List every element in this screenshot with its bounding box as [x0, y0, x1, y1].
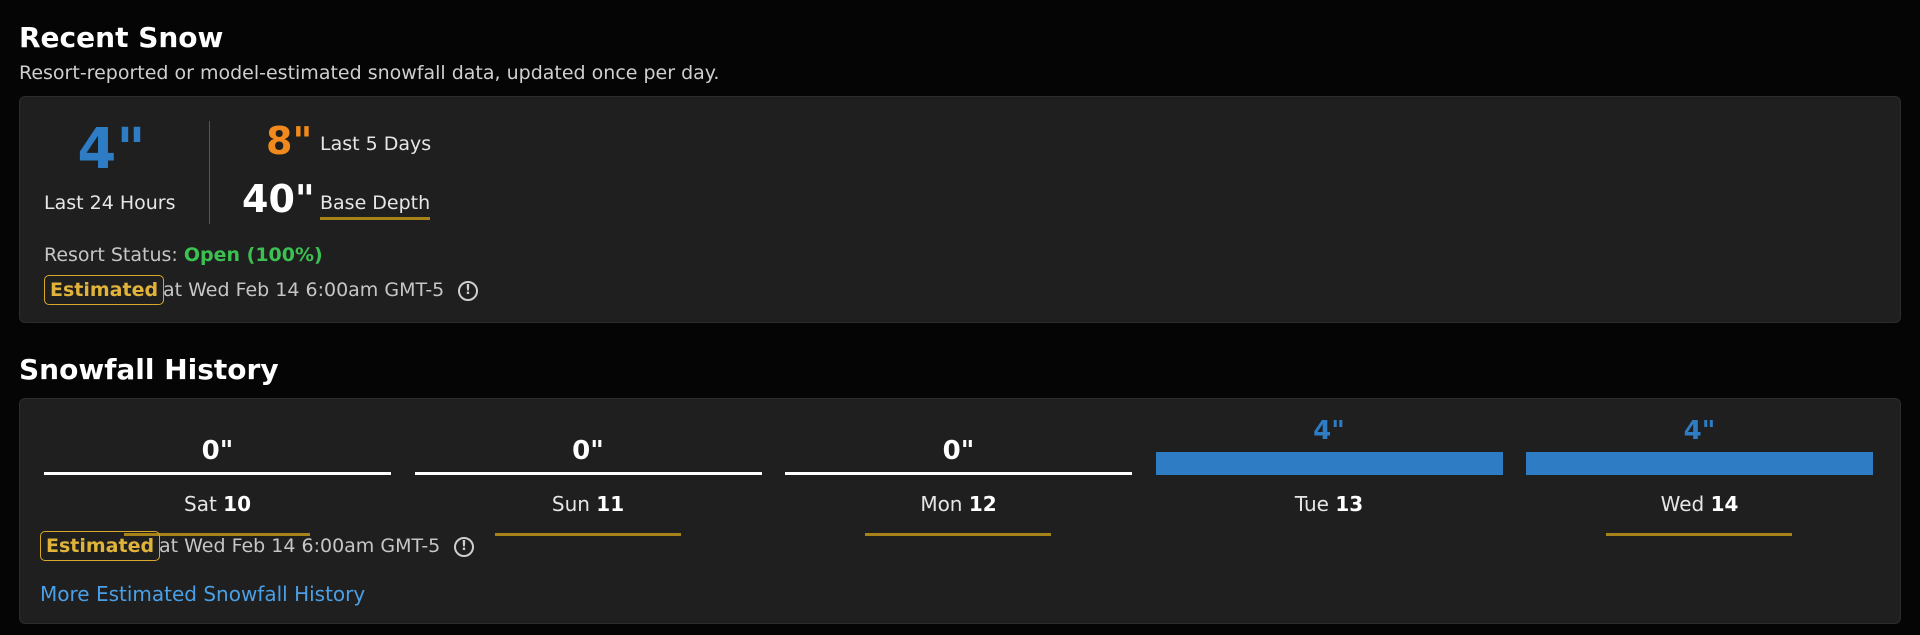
- snow-value: 4": [1313, 416, 1345, 446]
- last-5-days-value: 8": [266, 119, 313, 163]
- day-column: 4" Wed 14: [1526, 413, 1873, 536]
- snowfall-history-title: Snowfall History: [19, 353, 279, 386]
- day-label: Mon 12: [920, 492, 997, 516]
- snow-value: 0": [942, 436, 975, 466]
- estimated-badge: Estimated: [40, 531, 161, 561]
- recent-timestamp: at Wed Feb 14 6:00am GMT-5: [163, 279, 445, 301]
- history-timestamp: at Wed Feb 14 6:00am GMT-5: [159, 535, 441, 557]
- resort-status-value: Open (100%): [183, 244, 323, 266]
- day-column: 0" Sat 10: [44, 413, 391, 536]
- base-depth-value: 40": [242, 177, 315, 221]
- info-circle-icon[interactable]: !: [454, 537, 474, 557]
- last-5-days-label: Last 5 Days: [320, 133, 432, 155]
- snowfall-history-panel: 0" Sat 10 0" Sun 11 0" Mon 12 4" Tue 13 4" Wed 14…: [19, 398, 1901, 624]
- recent-snow-subtitle: Resort-reported or model-estimated snowf…: [19, 62, 720, 84]
- snow-value: 0": [201, 436, 234, 466]
- day-underline: [494, 533, 681, 536]
- snowfall-chart: 0" Sat 10 0" Sun 11 0" Mon 12 4" Tue 13 4" Wed 14: [44, 413, 1894, 543]
- snow-bar: [414, 472, 762, 475]
- day-underline: [865, 533, 1051, 536]
- day-column: 0" Sun 11: [414, 413, 762, 536]
- snow-value: 0": [572, 436, 604, 466]
- snow-bar: [1526, 452, 1873, 475]
- day-label: Tue 13: [1294, 492, 1364, 516]
- snow-bar: [1155, 452, 1503, 475]
- day-label: Sun 11: [551, 492, 625, 516]
- day-underline: [1606, 533, 1792, 536]
- resort-status: Resort Status: Open (100%): [44, 244, 323, 266]
- recent-snow-title: Recent Snow: [19, 21, 224, 54]
- day-column: 4" Tue 13: [1155, 413, 1503, 533]
- info-circle-icon[interactable]: !: [458, 281, 478, 301]
- snow-bar: [785, 472, 1132, 475]
- snow-value: 4": [1683, 416, 1716, 446]
- divider: [209, 121, 210, 224]
- last-24-hours-value: 4": [77, 117, 146, 182]
- base-depth-label[interactable]: Base Depth: [320, 192, 431, 220]
- day-label: Wed 14: [1660, 492, 1739, 516]
- day-column: 0" Mon 12: [785, 413, 1132, 536]
- recent-snow-panel: 4" Last 24 Hours 8" Last 5 Days 40" Base…: [19, 96, 1901, 323]
- day-label: Sat 10: [184, 492, 251, 516]
- resort-status-label: Resort Status:: [44, 244, 178, 266]
- snow-bar: [44, 472, 391, 475]
- last-24-hours-label: Last 24 Hours: [44, 192, 176, 214]
- estimated-badge: Estimated: [44, 275, 165, 305]
- more-snowfall-history-link[interactable]: More Estimated Snowfall History: [40, 582, 365, 606]
